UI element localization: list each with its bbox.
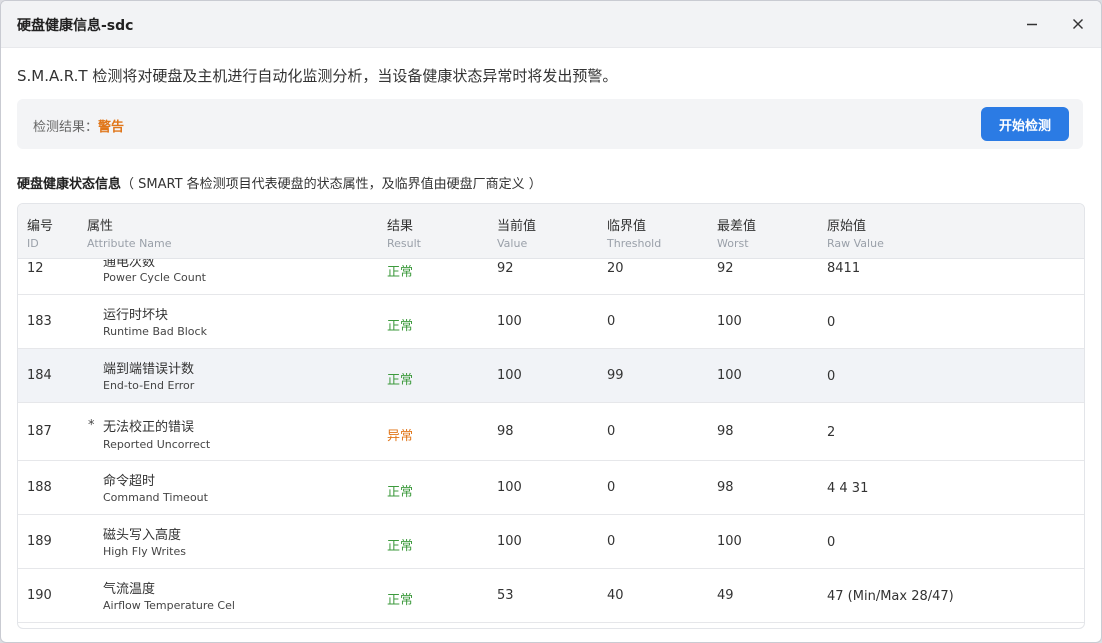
attribute-name-zh: 端到端错误计数 — [103, 362, 195, 377]
column-header-value: 当前值 Value — [497, 219, 537, 250]
row-value: 100 — [497, 368, 522, 383]
row-marker: * — [88, 418, 95, 433]
row-worst: 98 — [717, 480, 734, 495]
smart-attributes-table: 编号 ID 属性 Attribute Name 结果 Result 当前值 Value … — [17, 203, 1085, 629]
detection-result: 检测结果：警告 — [33, 116, 124, 135]
row-result: 正常 — [387, 485, 414, 500]
row-threshold: 20 — [607, 261, 624, 276]
row-threshold: 99 — [607, 368, 624, 383]
row-value: 53 — [497, 588, 514, 603]
row-raw-value: 0 — [827, 535, 836, 550]
row-raw-value: 8411 — [827, 261, 861, 276]
row-worst: 100 — [717, 314, 742, 329]
row-threshold: 0 — [607, 314, 616, 329]
row-threshold: 0 — [607, 480, 616, 495]
attribute-name-en: Runtime Bad Block — [103, 325, 207, 338]
table-row[interactable]: 190 气流温度 Airflow Temperature Cel 正常 53 4… — [18, 569, 1084, 623]
column-header-raw-value: 原始值 Raw Value — [827, 219, 884, 250]
table-row[interactable]: 12 通电次数 Power Cycle Count 正常 92 20 92 84… — [18, 258, 1084, 295]
row-result: 正常 — [387, 373, 414, 388]
row-result: 正常 — [387, 539, 414, 554]
row-result: 异常 — [387, 429, 414, 444]
row-raw-value: 2 — [827, 425, 836, 440]
attribute-name-zh: 通电次数 — [103, 258, 156, 270]
table-row[interactable]: 184 端到端错误计数 End-to-End Error 正常 100 99 1… — [18, 349, 1084, 403]
row-value: 100 — [497, 314, 522, 329]
attribute-name-zh: 命令超时 — [103, 474, 156, 489]
section-title: 硬盘健康状态信息 — [17, 177, 122, 192]
attribute-name-zh: 运行时坏块 — [103, 308, 169, 323]
attribute-name-zh: 磁头写入高度 — [103, 528, 182, 543]
section-heading: 硬盘健康状态信息（ SMART 各检测项目代表硬盘的状态属性，及临界值由硬盘厂商… — [17, 173, 542, 192]
attribute-name-en: High Fly Writes — [103, 545, 186, 558]
detection-result-value: 警告 — [98, 120, 125, 135]
row-raw-value: 47 (Min/Max 28/47) — [827, 589, 954, 604]
detection-result-label: 检测结果： — [33, 120, 99, 135]
row-result: 正常 — [387, 319, 414, 334]
row-worst: 100 — [717, 368, 742, 383]
detection-result-panel: 检测结果：警告 开始检测 — [17, 99, 1083, 149]
row-id: 190 — [27, 588, 52, 603]
attribute-name-zh: 气流温度 — [103, 582, 156, 597]
close-button[interactable] — [1067, 13, 1089, 35]
attribute-name-en: Power Cycle Count — [103, 271, 206, 284]
row-result: 正常 — [387, 265, 414, 280]
dialog-title: 硬盘健康信息-sdc — [17, 18, 134, 34]
row-threshold: 0 — [607, 424, 616, 439]
row-worst: 98 — [717, 424, 734, 439]
smart-health-dialog: 硬盘健康信息-sdc S.M.A.R.T 检测将对硬盘及主机进行自动化监测分析，… — [0, 0, 1102, 643]
table-body[interactable]: 12 通电次数 Power Cycle Count 正常 92 20 92 84… — [18, 258, 1084, 628]
column-header-id: 编号 ID — [27, 219, 54, 250]
attribute-name-en: Command Timeout — [103, 491, 208, 504]
attribute-name-en: End-to-End Error — [103, 379, 195, 392]
column-header-attribute: 属性 Attribute Name — [87, 219, 172, 250]
column-header-result: 结果 Result — [387, 219, 421, 250]
row-id: 184 — [27, 368, 52, 383]
attribute-name-zh: 无法校正的错误 — [103, 420, 195, 435]
close-icon — [1073, 19, 1083, 29]
row-id: 183 — [27, 314, 52, 329]
row-raw-value: 4 4 31 — [827, 481, 869, 496]
row-worst: 92 — [717, 261, 734, 276]
column-header-worst: 最差值 Worst — [717, 219, 757, 250]
start-detection-button[interactable]: 开始检测 — [981, 107, 1069, 141]
row-threshold: 0 — [607, 534, 616, 549]
table-row[interactable]: 188 命令超时 Command Timeout 正常 100 0 98 4 4… — [18, 461, 1084, 515]
table-header: 编号 ID 属性 Attribute Name 结果 Result 当前值 Value … — [18, 204, 1084, 259]
title-bar: 硬盘健康信息-sdc — [1, 1, 1101, 48]
attribute-name-en: Airflow Temperature Cel — [103, 599, 235, 612]
row-id: 189 — [27, 534, 52, 549]
minimize-button[interactable] — [1021, 13, 1043, 35]
row-raw-value: 0 — [827, 369, 836, 384]
row-threshold: 40 — [607, 588, 624, 603]
minimize-icon — [1027, 23, 1037, 26]
row-id: 188 — [27, 480, 52, 495]
row-worst: 49 — [717, 588, 734, 603]
row-value: 98 — [497, 424, 514, 439]
row-id: 187 — [27, 424, 52, 439]
intro-text: S.M.A.R.T 检测将对硬盘及主机进行自动化监测分析，当设备健康状态异常时将… — [17, 67, 618, 85]
row-value: 100 — [497, 534, 522, 549]
table-row[interactable]: 189 磁头写入高度 High Fly Writes 正常 100 0 100 … — [18, 515, 1084, 569]
table-row[interactable]: 183 运行时坏块 Runtime Bad Block 正常 100 0 100… — [18, 295, 1084, 349]
row-id: 12 — [27, 261, 44, 276]
section-note: （ SMART 各检测项目代表硬盘的状态属性，及临界值由硬盘厂商定义 ） — [121, 177, 542, 192]
row-worst: 100 — [717, 534, 742, 549]
row-result: 正常 — [387, 593, 414, 608]
column-header-threshold: 临界值 Threshold — [607, 219, 662, 250]
attribute-name-en: Reported Uncorrect — [103, 438, 211, 451]
row-value: 100 — [497, 480, 522, 495]
table-row[interactable]: 187 * 无法校正的错误 Reported Uncorrect 异常 98 0… — [18, 403, 1084, 461]
row-value: 92 — [497, 261, 514, 276]
row-raw-value: 0 — [827, 315, 836, 330]
